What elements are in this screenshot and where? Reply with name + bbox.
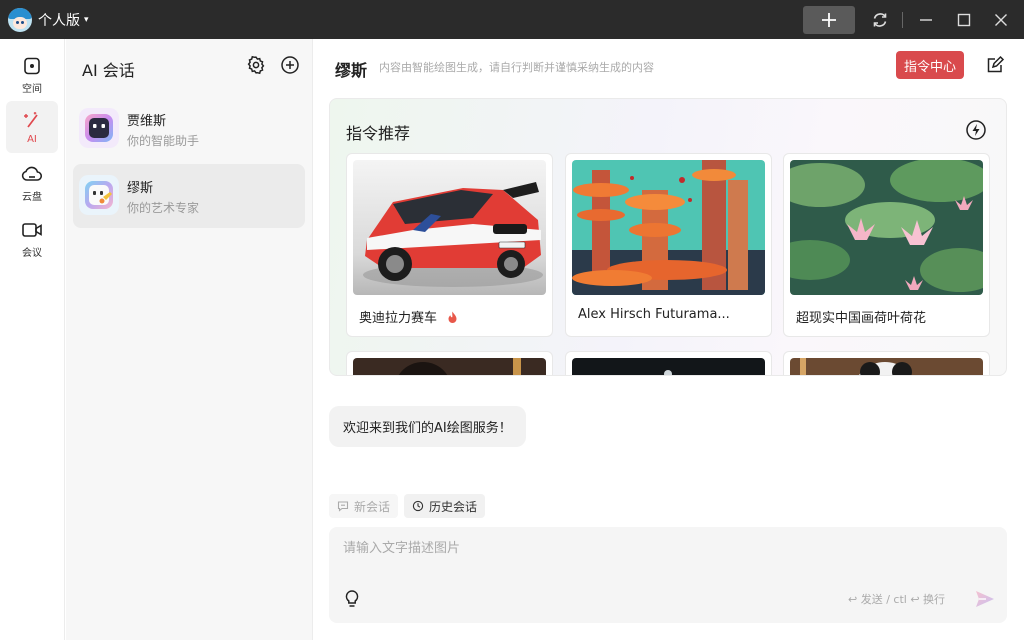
prompt-card[interactable]: 奥迪拉力赛车 bbox=[346, 153, 553, 337]
card-label: 超现实中国画荷叶荷花 bbox=[796, 311, 927, 326]
title-bar: 个人版 ▾ bbox=[0, 0, 1024, 39]
conversation-name: 缪斯 bbox=[127, 181, 154, 196]
new-tab-button[interactable] bbox=[803, 6, 855, 34]
recommend-title: 指令推荐 bbox=[346, 124, 411, 143]
close-button[interactable] bbox=[989, 8, 1013, 32]
conversation-item-muse[interactable]: 缪斯 你的艺术专家 bbox=[73, 164, 305, 228]
conversation-item-jarvis[interactable]: 贾维斯 你的智能助手 bbox=[73, 97, 305, 161]
account-name: 个人版 bbox=[38, 13, 80, 29]
card-image bbox=[572, 358, 765, 375]
account-switcher[interactable]: 个人版 ▾ bbox=[8, 8, 89, 32]
gear-icon[interactable] bbox=[246, 55, 266, 75]
welcome-message: 欢迎来到我们的AI绘图服务！ bbox=[329, 406, 526, 447]
chat-title: 缪斯 bbox=[335, 61, 368, 80]
prompt-card[interactable]: Alex Hirsch Futurama... bbox=[565, 153, 772, 337]
card-image bbox=[353, 160, 546, 295]
rail-item-ai[interactable]: AI bbox=[6, 101, 58, 153]
chat-icon bbox=[337, 501, 349, 512]
maximize-icon bbox=[957, 13, 971, 27]
video-icon bbox=[22, 222, 42, 237]
lightbulb-icon[interactable] bbox=[343, 589, 361, 609]
lightning-icon[interactable] bbox=[965, 119, 987, 141]
rail-item-space[interactable]: 空间 bbox=[6, 49, 58, 101]
prompt-card[interactable] bbox=[346, 351, 553, 375]
card-image bbox=[572, 160, 765, 295]
card-label: 奥迪拉力赛车 bbox=[359, 307, 458, 326]
command-center-button[interactable]: 指令中心 bbox=[896, 51, 964, 79]
nav-rail: 空间 AI 云盘 会议 bbox=[0, 39, 65, 640]
edit-icon[interactable] bbox=[985, 55, 1005, 75]
prompt-card[interactable] bbox=[565, 351, 772, 375]
rail-label: 云盘 bbox=[22, 191, 42, 203]
add-circle-icon[interactable] bbox=[280, 55, 300, 75]
titlebar-divider bbox=[902, 12, 903, 28]
caret-down-icon: ▾ bbox=[84, 15, 89, 25]
fire-icon bbox=[448, 311, 457, 323]
conversation-subtitle: 你的智能助手 bbox=[127, 134, 200, 148]
chat-disclaimer: 内容由智能绘图生成，请自行判断并谨慎采纳生成的内容 bbox=[379, 61, 654, 74]
prompt-input-box: ↩ 发送 / ctl ↩ 换行 bbox=[329, 527, 1007, 623]
card-image bbox=[790, 160, 983, 295]
conversation-name: 贾维斯 bbox=[127, 114, 167, 129]
history-button[interactable]: 历史会话 bbox=[404, 494, 486, 518]
sync-button[interactable] bbox=[868, 8, 892, 32]
rail-label: 会议 bbox=[22, 247, 42, 259]
card-label: Alex Hirsch Futurama... bbox=[578, 307, 730, 322]
panel-title: AI 会话 bbox=[82, 61, 135, 80]
conversation-subtitle: 你的艺术专家 bbox=[127, 201, 200, 215]
send-icon[interactable] bbox=[974, 588, 996, 610]
recommend-panel: 指令推荐 奥迪拉力赛车 Alex Hirsch Futurama... 超现实中… bbox=[329, 98, 1007, 376]
plus-icon bbox=[822, 13, 836, 27]
space-icon bbox=[24, 57, 40, 74]
maximize-button[interactable] bbox=[952, 8, 976, 32]
rail-item-meeting[interactable]: 会议 bbox=[6, 213, 58, 265]
minimize-icon bbox=[920, 19, 932, 21]
card-image bbox=[790, 358, 983, 375]
rail-item-cloud[interactable]: 云盘 bbox=[6, 157, 58, 209]
card-image bbox=[353, 358, 546, 375]
send-hint: ↩ 发送 / ctl ↩ 换行 bbox=[848, 593, 946, 606]
cloud-icon bbox=[21, 166, 43, 181]
robot-icon bbox=[79, 108, 119, 148]
palette-icon bbox=[79, 175, 119, 215]
rail-label: AI bbox=[27, 133, 37, 145]
new-chat-button[interactable]: 新会话 bbox=[329, 494, 399, 518]
magic-wand-icon bbox=[24, 111, 38, 128]
rail-label: 空间 bbox=[22, 83, 42, 95]
close-icon bbox=[995, 14, 1007, 26]
sync-icon bbox=[873, 13, 887, 27]
prompt-input[interactable] bbox=[343, 537, 983, 559]
chat-main: 缪斯 内容由智能绘图生成，请自行判断并谨慎采纳生成的内容 指令中心 指令推荐 奥… bbox=[313, 39, 1024, 640]
prompt-card[interactable] bbox=[783, 351, 990, 375]
conversation-panel: AI 会话 贾维斯 你的智能助手 缪斯 你的艺术专家 bbox=[66, 39, 313, 640]
avatar bbox=[8, 8, 32, 32]
minimize-button[interactable] bbox=[914, 8, 938, 32]
history-icon bbox=[412, 500, 424, 512]
prompt-card[interactable]: 超现实中国画荷叶荷花 bbox=[783, 153, 990, 337]
